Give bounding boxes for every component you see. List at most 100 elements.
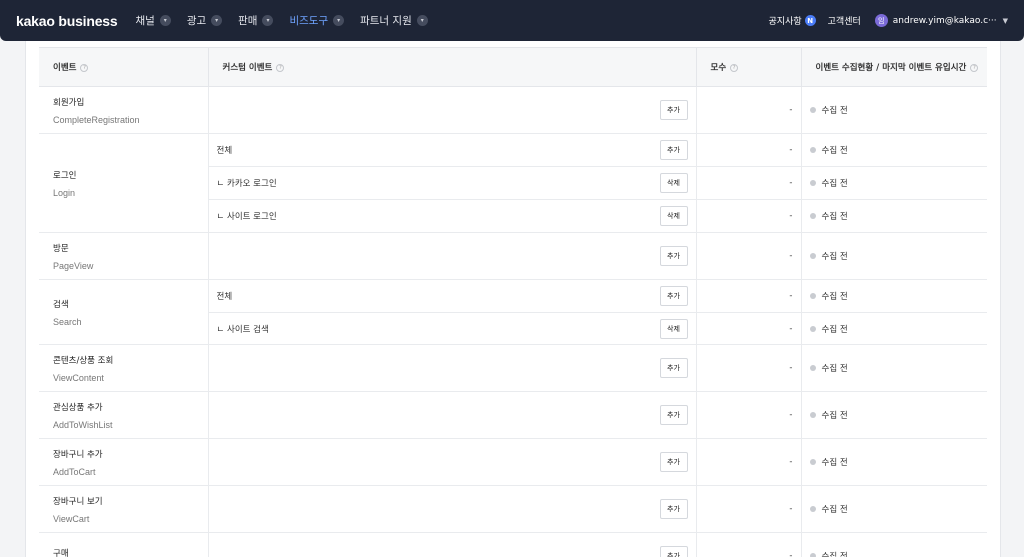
nav-item-biz-tools[interactable]: 비즈도구 ▾ [289, 13, 345, 28]
chevron-down-icon: ▾ [262, 15, 274, 26]
column-header-label: 이벤트 [53, 63, 77, 73]
status-cell: 수집 전 [800, 133, 987, 167]
custom-event-cell: 전체 추가 [207, 133, 696, 167]
status-label: 수집 전 [821, 364, 848, 374]
event-name: 장바구니 추가 [53, 449, 103, 460]
event-table: 이벤트? 커스텀 이벤트? 모수? 이벤트 수집현황 / 마지막 이벤트 유입시… [39, 47, 987, 557]
population-cell: - [695, 133, 801, 167]
status-dot-icon [809, 506, 816, 512]
customer-center-link[interactable]: 고객센터 [828, 14, 861, 27]
event-code: AddToWishList [53, 419, 113, 430]
nav-item-label: 판매 [238, 15, 258, 27]
add-button[interactable]: 추가 [659, 358, 688, 378]
delete-button[interactable]: 삭제 [659, 318, 688, 339]
table-row: 검색 Search 전체 추가 - 수집 전 [39, 279, 987, 345]
status-dot-icon [809, 365, 816, 371]
custom-event-cell: 추가 [207, 86, 696, 134]
column-header-label: 모수 [710, 63, 727, 73]
status-dot-icon [809, 325, 816, 332]
status-cell: 수집 전 [800, 532, 987, 557]
population-cell: - [695, 166, 801, 200]
status-dot-icon [809, 253, 816, 259]
event-name: 회원가입 [53, 97, 85, 108]
add-button[interactable]: 추가 [659, 499, 688, 519]
table-row: 회원가입 CompleteRegistration 추가 - 수집 전 [39, 86, 987, 134]
event-name: 장바구니 보기 [53, 496, 103, 507]
chevron-down-icon: ▼ [1002, 16, 1008, 25]
custom-event-cell: 전체 추가 [207, 279, 696, 313]
add-button[interactable]: 추가 [659, 286, 688, 306]
help-icon[interactable]: ? [730, 64, 739, 72]
delete-button[interactable]: 삭제 [659, 173, 688, 193]
add-button[interactable]: 추가 [659, 452, 688, 472]
status-label: 수집 전 [821, 179, 848, 189]
table-row: 로그인 Login 전체 추가 - 수집 전 [39, 133, 987, 233]
nav-item-ads[interactable]: 광고 ▾ [187, 13, 223, 28]
account-email: andrew.yim@kakao.c··· [892, 15, 997, 26]
custom-event-cell: 추가 [207, 438, 696, 486]
add-button[interactable]: 추가 [659, 140, 688, 160]
status-label: 수집 전 [821, 552, 848, 557]
event-code: Login [53, 187, 76, 198]
nav-item-channel[interactable]: 채널 ▾ [135, 13, 171, 28]
event-name: 구매 [53, 548, 69, 557]
event-name: 로그인 [53, 170, 77, 181]
event-code: Search [53, 316, 82, 327]
add-button[interactable]: 추가 [659, 405, 688, 425]
notice-label: 공지사항 [768, 17, 802, 27]
status-label: 수집 전 [821, 324, 848, 335]
account-menu[interactable]: 임 andrew.yim@kakao.c··· ▼ [874, 14, 1008, 27]
kakao-business-logo[interactable]: kakao business [16, 13, 118, 29]
content-panel: 이벤트? 커스텀 이벤트? 모수? 이벤트 수집현황 / 마지막 이벤트 유입시… [25, 41, 1001, 557]
delete-button[interactable]: 삭제 [659, 206, 688, 226]
event-cell: 구매 [39, 532, 208, 557]
help-icon[interactable]: ? [970, 64, 979, 72]
table-row: 콘텐츠/상품 조회 ViewContent 추가 - 수집 전 [39, 344, 987, 392]
table-row: 장바구니 추가 AddToCart 추가 - 수집 전 [39, 438, 987, 486]
status-dot-icon [809, 180, 816, 186]
status-label: 수집 전 [821, 106, 848, 116]
status-cell: 수집 전 [800, 199, 987, 233]
column-header-population: 모수? [695, 47, 801, 87]
new-badge: N [804, 15, 816, 26]
nav-item-sales[interactable]: 판매 ▾ [238, 13, 274, 28]
status-dot-icon [809, 459, 816, 465]
table-body: 회원가입 CompleteRegistration 추가 - 수집 전 로그인 Login 전… [39, 86, 987, 557]
notice-link[interactable]: 공지사항 N [769, 14, 816, 27]
status-cell: 수집 전 [800, 485, 987, 533]
status-label: 수집 전 [821, 252, 848, 262]
nav-item-partner-support[interactable]: 파트너 지원 ▾ [360, 13, 428, 28]
chevron-down-icon: ▾ [416, 15, 428, 26]
help-icon[interactable]: ? [276, 64, 285, 72]
column-header-label: 이벤트 수집현황 / 마지막 이벤트 유입시간 [815, 63, 967, 73]
event-name: 콘텐츠/상품 조회 [53, 355, 114, 366]
nav-item-label: 채널 [135, 15, 155, 27]
population-cell: - [695, 86, 801, 134]
status-dot-icon [809, 293, 816, 299]
help-icon[interactable]: ? [80, 64, 89, 72]
event-code: PageView [53, 260, 94, 271]
column-header-status: 이벤트 수집현황 / 마지막 이벤트 유입시간? [800, 47, 987, 87]
add-button[interactable]: 추가 [659, 100, 688, 120]
status-label: 수집 전 [821, 212, 848, 222]
column-header-custom-event: 커스텀 이벤트? [207, 47, 696, 87]
custom-event-cell: ㄴ 사이트 로그인 삭제 [207, 199, 696, 233]
add-button[interactable]: 추가 [659, 546, 688, 557]
custom-event-cell: ㄴ 사이트 검색 삭제 [207, 312, 696, 345]
custom-event-cell: 추가 [207, 344, 696, 392]
table-row: 구매 추가 - 수집 전 [39, 532, 987, 557]
status-cell: 수집 전 [800, 86, 987, 134]
event-code: ViewContent [53, 372, 104, 383]
status-label: 수집 전 [821, 505, 848, 515]
custom-event-cell: 추가 [207, 391, 696, 439]
main-nav: 채널 ▾ 광고 ▾ 판매 ▾ 비즈도구 ▾ 파트너 지원 ▾ [135, 13, 443, 28]
custom-event-label: ㄴ 사이트 로그인 [216, 212, 277, 222]
custom-event-cell: ㄴ 카카오 로그인 삭제 [207, 166, 696, 200]
event-code: CompleteRegistration [53, 114, 140, 125]
table-row: 관심상품 추가 AddToWishList 추가 - 수집 전 [39, 391, 987, 439]
event-name: 관심상품 추가 [53, 402, 103, 413]
event-cell: 콘텐츠/상품 조회 ViewContent [39, 344, 208, 392]
population-cell: - [695, 199, 801, 233]
add-button[interactable]: 추가 [659, 246, 688, 266]
status-cell: 수집 전 [800, 166, 987, 200]
